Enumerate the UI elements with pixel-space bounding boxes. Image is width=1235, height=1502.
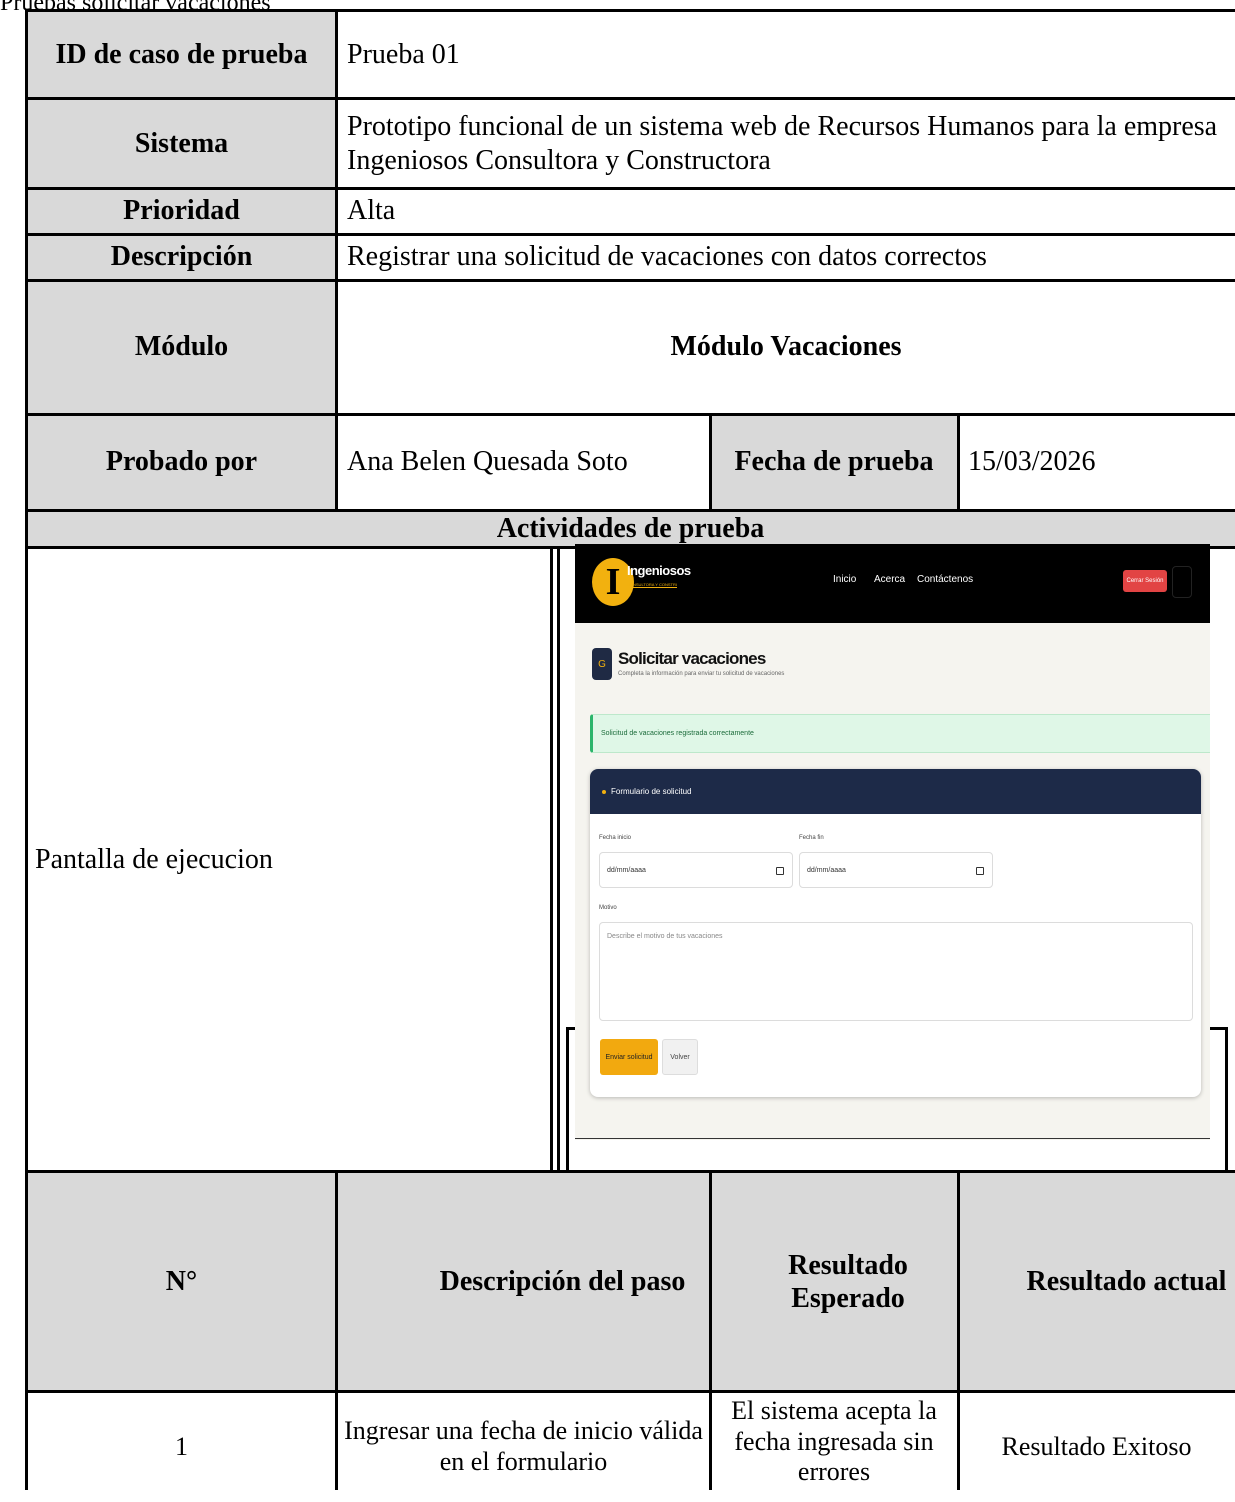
start-date-label: Fecha inicio [599, 835, 632, 841]
submit-button[interactable]: Enviar solicitud [600, 1039, 658, 1075]
step-1-description: Ingresar una fecha de inicio válida en e… [344, 1416, 703, 1476]
reason-label: Motivo [599, 905, 617, 911]
app-navbar: I Ingeniosos CONSULTORA Y CONSTRUCTORA I… [575, 544, 1210, 623]
step-1-actual: Resultado Exitoso [1001, 1431, 1192, 1461]
table-row-divider [26, 1390, 1235, 1393]
table-row-divider [26, 1170, 1235, 1173]
table-border-top [26, 9, 1235, 12]
table-col-divider [335, 9, 338, 510]
calendar-icon[interactable] [776, 867, 784, 875]
test-date-label: Fecha de prueba [710, 414, 958, 510]
nav-link-acerca[interactable]: Acerca [874, 574, 905, 585]
bullet-icon [602, 789, 606, 794]
table-row-divider [26, 187, 1235, 190]
test-id-label: ID de caso de prueba [26, 10, 337, 99]
logout-button[interactable]: Cerrar Sesión [1123, 570, 1167, 592]
menu-button[interactable] [1172, 566, 1192, 598]
activities-label: Actividades de prueba [26, 510, 1235, 547]
back-button[interactable]: Volver [662, 1039, 698, 1075]
test-date-value: 15/03/2026 [968, 446, 1096, 478]
step-1-number: 1 [175, 1431, 188, 1461]
system-value: Prototipo funcional de un sistema web de… [347, 111, 1218, 176]
table-border-left [25, 9, 28, 1490]
priority-label: Prioridad [26, 188, 337, 234]
image-frame-left [566, 1029, 569, 1170]
description-label: Descripción [26, 234, 337, 280]
end-date-label: Fecha fin [799, 835, 824, 841]
execution-screen-label: Pantalla de ejecucion [35, 843, 273, 875]
page-title: Solicitar vacaciones [618, 649, 766, 668]
table-row-divider [26, 279, 1235, 282]
table-row-divider [26, 413, 1235, 416]
form-header: Formulario de solicitud [590, 769, 1201, 814]
table-row-divider [26, 509, 1235, 512]
page-subtitle: Completa la información para enviar tu s… [618, 671, 785, 677]
reason-textarea[interactable]: Describe el motivo de tus vacaciones [599, 922, 1193, 1021]
reason-placeholder: Describe el motivo de tus vacaciones [607, 933, 723, 940]
table-col-divider [335, 1170, 338, 1490]
table-col-divider [557, 546, 560, 1172]
table-row-divider [26, 97, 1235, 100]
table-col-divider [957, 413, 960, 510]
end-date-placeholder: dd/mm/aaaa [807, 866, 846, 874]
steps-header-expected: Resultado Esperado [710, 1172, 958, 1392]
nav-link-inicio[interactable]: Inicio [833, 574, 856, 585]
description-value: Registrar una solicitud de vacaciones co… [347, 241, 987, 273]
test-id-value: Prueba 01 [347, 38, 460, 70]
table-col-divider [709, 413, 712, 510]
priority-value: Alta [347, 195, 396, 227]
module-label: Módulo [26, 280, 337, 414]
brand-name: Ingeniosos [627, 563, 691, 578]
steps-header-actual: Resultado actual [958, 1172, 1235, 1392]
execution-screenshot: I Ingeniosos CONSULTORA Y CONSTRUCTORA I… [575, 544, 1210, 1140]
screenshot-bottom-line [575, 1138, 1210, 1139]
tested-by-label: Probado por [26, 414, 337, 510]
step-1-expected: El sistema acepta la fecha ingresada sin… [731, 1396, 937, 1487]
nav-link-contactenos[interactable]: Contáctenos [917, 574, 973, 585]
steps-header-description: Descripción del paso [337, 1172, 710, 1392]
table-col-divider [550, 546, 553, 1172]
table-row-divider [26, 233, 1235, 236]
image-frame-right [1225, 1029, 1228, 1170]
table-col-divider [709, 1170, 712, 1490]
image-frame-top-right [1210, 1027, 1228, 1030]
table-col-divider [957, 1170, 960, 1490]
steps-header-number: N° [26, 1172, 337, 1392]
success-alert: Solicitud de vacaciones registrada corre… [590, 714, 1210, 753]
page-title-icon: G [592, 648, 612, 680]
request-form-card: Formulario de solicitud Fecha inicio dd/… [590, 769, 1201, 1097]
start-date-input[interactable]: dd/mm/aaaa [599, 852, 793, 888]
tested-by-value: Ana Belen Quesada Soto [347, 446, 628, 478]
module-value: Módulo Vacaciones [670, 331, 902, 362]
end-date-input[interactable]: dd/mm/aaaa [799, 852, 993, 888]
system-label: Sistema [26, 99, 337, 188]
form-title: Formulario de solicitud [611, 787, 692, 796]
brand-subtitle: CONSULTORA Y CONSTRUCTORA [627, 582, 677, 588]
calendar-icon[interactable] [976, 867, 984, 875]
start-date-placeholder: dd/mm/aaaa [607, 866, 646, 874]
